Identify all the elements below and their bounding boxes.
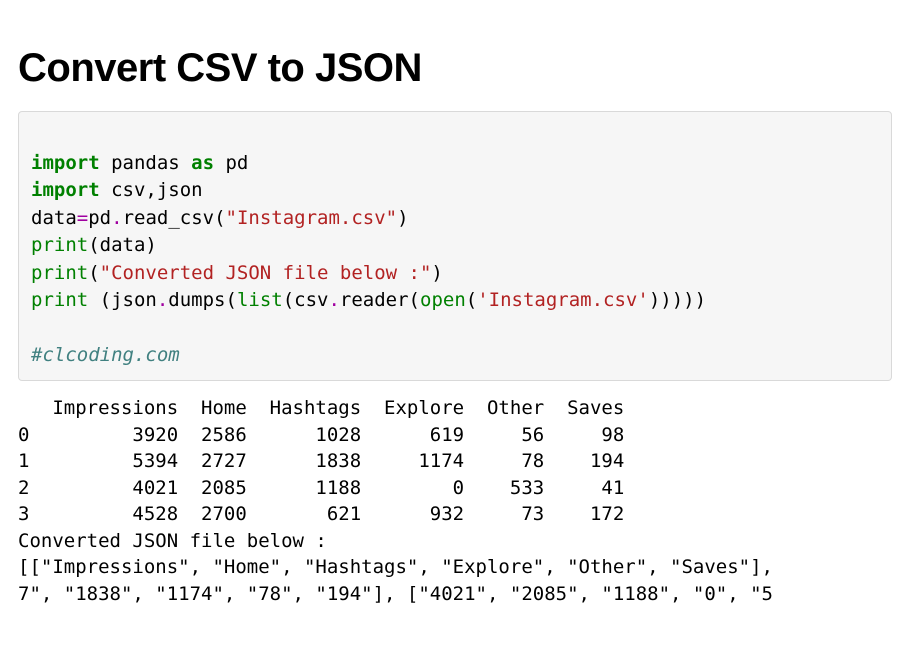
builtin-list: list <box>237 289 283 311</box>
code-text: reader( <box>340 289 420 311</box>
output-block: Impressions Home Hashtags Explore Other … <box>18 395 892 608</box>
output-header: Impressions Home Hashtags Explore Other … <box>18 397 624 419</box>
output-row: 3 4528 2700 621 932 73 172 <box>18 503 624 525</box>
keyword-import: import <box>31 152 100 174</box>
output-message: Converted JSON file below : <box>18 530 327 552</box>
code-text: ) <box>431 262 442 284</box>
code-text: ( <box>88 262 99 284</box>
code-text: pandas <box>100 152 192 174</box>
output-row: 2 4021 2085 1188 0 533 41 <box>18 477 624 499</box>
code-block: import pandas as pd import csv,json data… <box>18 111 892 381</box>
output-json: 7", "1838", "1174", "78", "194"], ["4021… <box>18 583 773 605</box>
builtin-print: print <box>31 289 88 311</box>
output-json: [["Impressions", "Home", "Hashtags", "Ex… <box>18 556 773 578</box>
string-literal: 'Instagram.csv' <box>477 289 649 311</box>
keyword-as: as <box>191 152 214 174</box>
code-text: csv,json <box>100 179 203 201</box>
builtin-print: print <box>31 234 88 256</box>
code-text: ) <box>397 207 408 229</box>
string-literal: "Converted JSON file below :" <box>100 262 432 284</box>
operator: . <box>111 207 122 229</box>
code-text: (json <box>88 289 157 311</box>
code-text: ( <box>466 289 477 311</box>
operator: . <box>157 289 168 311</box>
builtin-print: print <box>31 262 88 284</box>
string-literal: "Instagram.csv" <box>226 207 398 229</box>
builtin-open: open <box>420 289 466 311</box>
code-text: (data) <box>88 234 157 256</box>
keyword-import: import <box>31 179 100 201</box>
code-text: data <box>31 207 77 229</box>
page-title: Convert CSV to JSON <box>18 46 892 91</box>
code-text: pd <box>88 207 111 229</box>
code-text: pd <box>214 152 248 174</box>
code-text: dumps( <box>168 289 237 311</box>
code-comment: #clcoding.com <box>31 344 180 366</box>
operator: = <box>77 207 88 229</box>
code-text: ))))) <box>649 289 706 311</box>
code-text: (csv <box>283 289 329 311</box>
output-row: 0 3920 2586 1028 619 56 98 <box>18 424 624 446</box>
output-row: 1 5394 2727 1838 1174 78 194 <box>18 450 624 472</box>
code-text: read_csv( <box>123 207 226 229</box>
operator: . <box>328 289 339 311</box>
